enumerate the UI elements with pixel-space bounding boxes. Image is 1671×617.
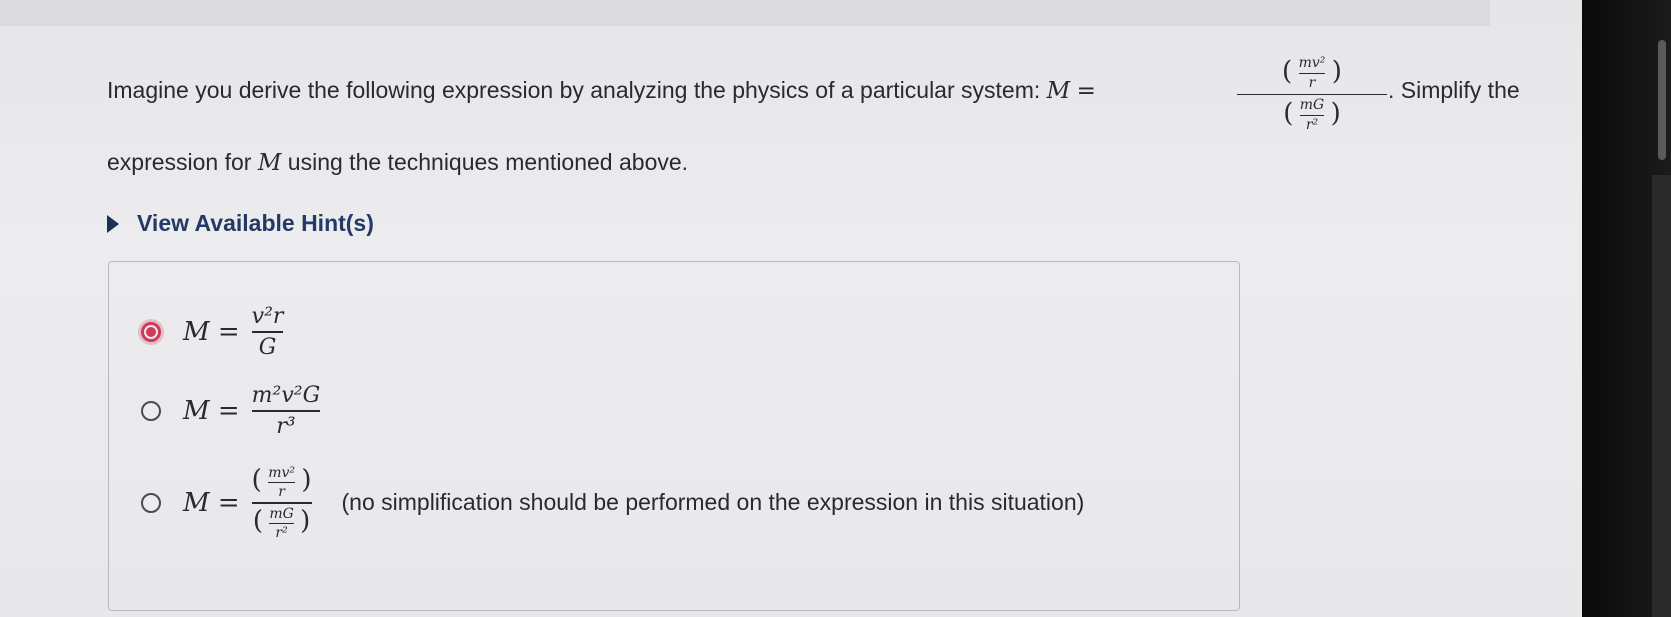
option-3-note: (no simplification should be performed o… <box>341 489 1085 516</box>
option-3-fraction-bar <box>251 502 312 504</box>
option-3-denominator: ( mG r² ) <box>252 505 311 541</box>
option-3-den-top: mG <box>269 505 294 522</box>
option-3-num-top: mv² <box>268 465 295 481</box>
question-text-after-span: . Simplify the <box>1388 77 1520 103</box>
question-fraction-bar <box>1237 93 1387 96</box>
monitor-bezel-edge <box>1652 175 1671 617</box>
hints-toggle[interactable]: View Available Hint(s) <box>107 210 374 237</box>
question-text-start: Imagine you derive the following express… <box>107 77 1047 103</box>
answer-options-box: M = v²r G M = m²v²G r³ M = (mv² r) (m… <box>108 261 1240 611</box>
scrollbar-thumb[interactable] <box>1658 40 1666 160</box>
question-line-2: expression for M using the techniques me… <box>107 149 688 178</box>
line2-symbol: M <box>257 150 282 176</box>
denominator-top: mG <box>1299 97 1325 114</box>
option-1-denominator: G <box>258 334 277 360</box>
radio-button-selected[interactable] <box>141 321 161 342</box>
question-denominator: ( mG r² ) <box>1283 97 1341 133</box>
line2-text-start: expression for <box>107 149 258 175</box>
question-text-after: . Simplify the <box>1388 77 1520 105</box>
radio-button[interactable] <box>141 400 161 421</box>
question-line-1: Imagine you derive the following express… <box>107 77 1096 106</box>
option-1-lhs: M = <box>183 316 240 347</box>
hints-toggle-label: View Available Hint(s) <box>137 210 374 236</box>
question-equals: = <box>1076 78 1096 104</box>
option-1-fraction: v²r G <box>251 304 284 360</box>
option-3-num-bottom: r <box>278 484 285 500</box>
answer-option-2[interactable]: M = m²v²G r³ <box>141 383 321 439</box>
question-fraction-body: ( mv² r ) ( mG r² ) <box>1237 55 1387 134</box>
answer-option-3[interactable]: M = ( mv² r ) ( mG r²) (no simplificati… <box>141 465 1084 541</box>
option-2-lhs: M = <box>183 395 240 426</box>
question-symbol: M <box>1046 78 1071 104</box>
option-1-numerator: v²r <box>251 304 284 329</box>
top-band <box>0 0 1490 26</box>
option-3-numerator: ( mv² r ) <box>251 465 312 500</box>
option-2-numerator: m²v²G <box>251 383 321 408</box>
question-fraction: ( mv² r ) ( mG r² ) <box>1237 55 1387 134</box>
numerator-top: mv² <box>1298 55 1326 71</box>
option-1-expression: M = v²r G <box>183 304 284 360</box>
option-3-fraction: ( mv² r ) ( mG r² ) <box>251 465 312 541</box>
option-2-fraction: m²v²G r³ <box>251 383 321 439</box>
option-2-expression: M = m²v²G r³ <box>183 383 321 439</box>
numerator-bottom: r <box>1308 74 1316 91</box>
option-3-den-bottom: r² <box>275 524 288 541</box>
option-3-expression: M = ( mv² r ) ( mG r²) (no simplificati… <box>183 465 1084 541</box>
option-3-lhs: M = <box>183 487 240 518</box>
line2-text-end: using the techniques mentioned above. <box>281 149 689 175</box>
question-numerator: ( mv² r ) <box>1282 55 1342 91</box>
radio-button[interactable] <box>141 492 161 513</box>
denominator-bottom: r² <box>1305 116 1319 133</box>
answer-option-1[interactable]: M = v²r G <box>141 304 284 360</box>
triangle-right-icon <box>107 214 119 233</box>
option-2-denominator: r³ <box>276 413 296 439</box>
